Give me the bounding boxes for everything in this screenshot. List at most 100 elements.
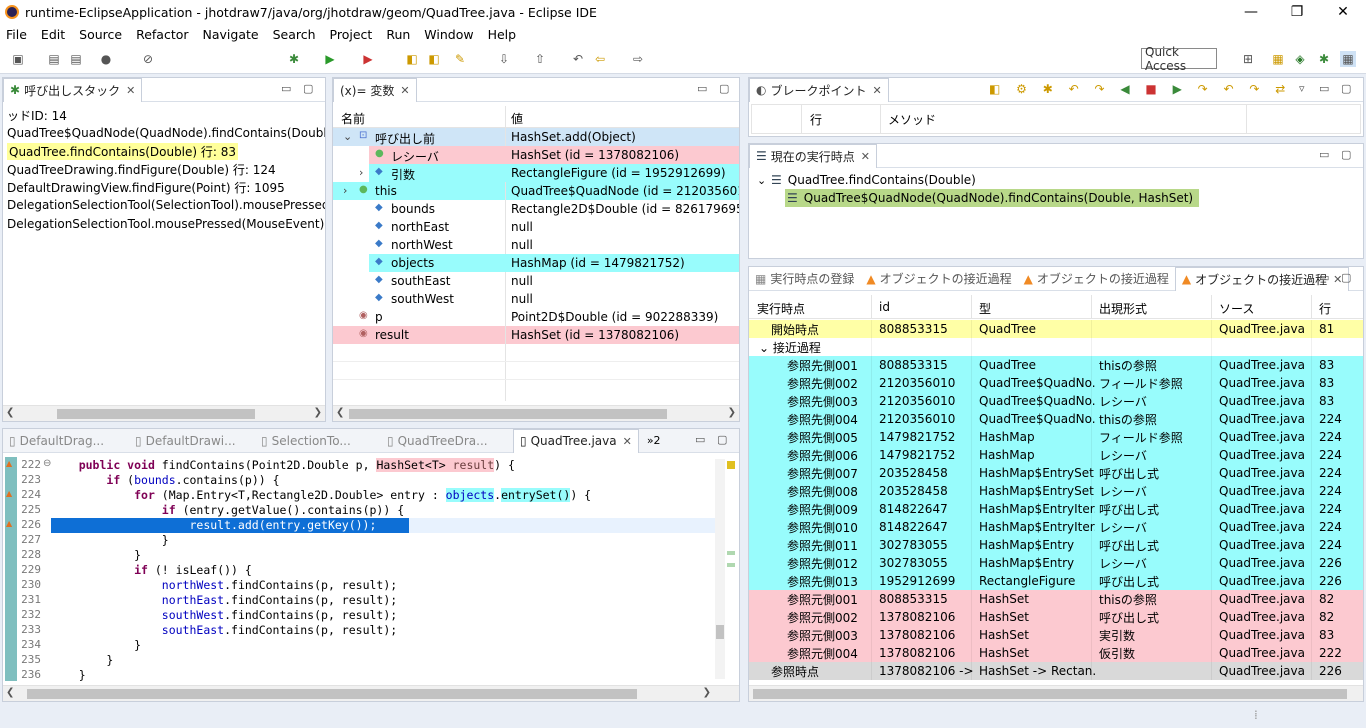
horizontal-scrollbar[interactable]: ❮ ❯ <box>3 685 739 701</box>
trace-row[interactable]: ⌄ 接近過程 <box>749 338 1363 356</box>
variable-row[interactable]: ◉ p Point2D$Double (id = 902288339) <box>333 308 739 326</box>
open-folder-icon[interactable]: ◧ <box>426 51 442 67</box>
menu-help[interactable]: Help <box>488 27 517 42</box>
tab-variables[interactable]: (x)= 変数 ✕ <box>333 77 417 102</box>
code-line[interactable]: 236 } <box>3 668 715 681</box>
trace-row[interactable]: 参照元側001 808853315 HashSet thisの参照 QuadTree.j… <box>749 590 1363 608</box>
variable-row[interactable]: ◆ southWest null <box>333 290 739 308</box>
menu-window[interactable]: Window <box>424 27 473 42</box>
code-line[interactable]: 225 if (entry.getValue().contains(p)) { <box>3 503 715 518</box>
code-line[interactable]: 232 southWest.findContains(p, result); <box>3 608 715 623</box>
horizontal-scrollbar[interactable] <box>749 685 1363 701</box>
horizontal-scrollbar[interactable]: ❮ ❯ <box>3 405 325 421</box>
run-icon[interactable]: ▶ <box>322 51 338 67</box>
open-perspective-icon[interactable]: ⊞ <box>1240 51 1256 67</box>
trace-row[interactable]: 参照先側013 1952912699 RectangleFigure 呼び出し式 Qua… <box>749 572 1363 590</box>
variable-row[interactable]: ◆ northWest null <box>333 236 739 254</box>
col-value-header[interactable]: 値 <box>511 110 523 127</box>
minimize-view-icon[interactable]: ▭ <box>1319 82 1329 95</box>
menu-file[interactable]: File <box>6 27 27 42</box>
variable-row[interactable]: › ● this QuadTree$QuadNode (id = 2120356010… <box>333 182 739 200</box>
variable-row[interactable]: ◆ bounds Rectangle2D$Double (id = 82617969… <box>333 200 739 218</box>
tab-defaultdrag[interactable]: ▯ DefaultDrag... <box>3 429 129 453</box>
trace-row[interactable]: 参照元側003 1378082106 HashSet 実引数 QuadTree.java… <box>749 626 1363 644</box>
expand-icon[interactable]: › <box>343 184 347 197</box>
expand-icon[interactable]: ⌄ <box>757 174 771 187</box>
trace-col-header[interactable]: 出現形式 <box>1099 300 1147 317</box>
callstack-frame[interactable]: QuadTree$QuadNode(QuadNode).findContains… <box>7 124 325 142</box>
trace-perspective-icon[interactable]: ▦ <box>1340 51 1356 67</box>
variable-row[interactable]: › ◆ 引数 RectangleFigure (id = 1952912699) <box>333 164 739 182</box>
code-line[interactable]: 234 } <box>3 638 715 653</box>
prev-annotation-icon[interactable]: ⇧ <box>532 51 548 67</box>
maximize-view-icon[interactable]: ▢ <box>1341 82 1351 95</box>
save-icon[interactable]: ▤ <box>46 51 62 67</box>
tab-breakpoints[interactable]: ◐ ブレークポイント ✕ <box>749 77 889 102</box>
trace-row[interactable]: 開始時点 808853315 QuadTree QuadTree.java 81 <box>749 320 1363 338</box>
menu-refactor[interactable]: Refactor <box>136 27 188 42</box>
debug-icon[interactable]: ✱ <box>286 51 302 67</box>
horizontal-scrollbar[interactable]: ❮ ❯ <box>333 405 739 421</box>
variable-row[interactable]: ◆ southEast null <box>333 272 739 290</box>
trace-col-header[interactable]: 行 <box>1319 300 1331 317</box>
variable-row[interactable]: ◆ objects HashMap (id = 1479821752) <box>333 254 739 272</box>
trace-row[interactable]: 参照先側012 302783055 HashMap$Entry レシーバ QuadTre… <box>749 554 1363 572</box>
callstack-frame[interactable]: DelegationSelectionTool.mousePressed(Mou… <box>7 214 325 232</box>
tab-quadtreedra[interactable]: ▯ QuadTreeDra... <box>381 429 513 453</box>
maximize-view-icon[interactable]: ▢ <box>1341 271 1351 284</box>
tab-trace-register[interactable]: ▦ 実行時点の登録 <box>749 267 860 291</box>
new-icon[interactable]: ▣ <box>10 51 26 67</box>
col-line-header[interactable]: 行 <box>810 111 822 128</box>
code-line[interactable]: 224 ▲ for (Map.Entry<T,Rectangle2D.Double… <box>3 488 715 503</box>
back-icon[interactable]: ⇦ <box>592 51 608 67</box>
expand-icon[interactable]: › <box>359 166 363 179</box>
trace-col-header[interactable]: 型 <box>979 300 991 317</box>
breakpoint-toolbar-icons[interactable]: ◧ ⚙ ✱ ↶ ↷ ◀ ■ ▶ ↷ ↶ ↷ ⇄ <box>989 82 1291 96</box>
tab-current-point[interactable]: ☰ 現在の実行時点 ✕ <box>749 143 877 168</box>
variable-row[interactable]: ◆ northEast null <box>333 218 739 236</box>
tab-selectionto[interactable]: ▯ SelectionTo... <box>255 429 381 453</box>
callstack-frame[interactable]: DelegationSelectionTool(SelectionTool).m… <box>7 196 325 214</box>
trace-row[interactable]: 参照元側002 1378082106 HashSet 呼び出し式 QuadTree.ja… <box>749 608 1363 626</box>
trace-col-header[interactable]: ソース <box>1219 300 1254 317</box>
fold-icon[interactable]: ⊖ <box>43 458 51 469</box>
close-icon[interactable]: ✕ <box>873 84 882 97</box>
menu-search[interactable]: Search <box>273 27 316 42</box>
last-edit-icon[interactable]: ↶ <box>570 51 586 67</box>
expand-icon[interactable]: ⌄ <box>343 130 352 143</box>
close-icon[interactable]: ✕ <box>861 150 870 163</box>
trace-row[interactable]: 参照先側002 2120356010 QuadTree$QuadNo... フィールド… <box>749 374 1363 392</box>
minimize-view-icon[interactable]: ▭ <box>1319 271 1329 284</box>
trace-col-header[interactable]: id <box>879 300 890 314</box>
trace-row[interactable]: 参照先側006 1479821752 HashMap レシーバ QuadTree.jav… <box>749 446 1363 464</box>
trace-row[interactable]: 参照先側009 814822647 HashMap$EntryIter... 呼び出し… <box>749 500 1363 518</box>
current-point-child[interactable]: ☰ QuadTree$QuadNode(QuadNode).findContai… <box>785 189 1200 207</box>
menu-edit[interactable]: Edit <box>41 27 65 42</box>
minimize-view-icon[interactable]: ▭ <box>1319 148 1329 161</box>
java-perspective-icon[interactable]: ◈ <box>1292 51 1308 67</box>
variable-row[interactable]: ● レシーバ HashSet (id = 1378082106) <box>333 146 739 164</box>
trace-row[interactable]: 参照元側004 1378082106 HashSet 仮引数 QuadTree.java… <box>749 644 1363 662</box>
open-type-icon[interactable]: ◧ <box>404 51 420 67</box>
maximize-view-icon[interactable]: ▢ <box>1341 148 1351 161</box>
restore-button[interactable]: ❐ <box>1274 0 1320 24</box>
callstack-frame[interactable]: DefaultDrawingView.findFigure(Point) 行: … <box>7 178 325 196</box>
code-line[interactable]: 229 if (! isLeaf()) { <box>3 563 715 578</box>
current-point-parent[interactable]: ⌄ ☰ QuadTree.findContains(Double) <box>757 171 1363 189</box>
maximize-view-icon[interactable]: ▢ <box>303 82 313 95</box>
next-annotation-icon[interactable]: ⇩ <box>496 51 512 67</box>
callstack-frame[interactable]: QuadTreeDrawing.findFigure(Double) 行: 12… <box>7 160 325 178</box>
trace-row[interactable]: 参照先側008 203528458 HashMap$EntrySet レシーバ Quad… <box>749 482 1363 500</box>
maximize-view-icon[interactable]: ▢ <box>717 433 727 446</box>
trace-row[interactable]: 参照時点 1378082106 -> ... HashSet -> Rectan..… <box>749 662 1363 680</box>
variable-row[interactable]: ⌄ ⊡ 呼び出し前 HashSet.add(Object) <box>333 128 739 146</box>
close-window-button[interactable]: ✕ <box>1320 0 1366 24</box>
maximize-view-icon[interactable]: ▢ <box>719 82 729 95</box>
tab-trace-approach-2[interactable]: ▲ オブジェクトの接近過程 <box>1018 267 1175 291</box>
more-tabs-button[interactable]: »2 <box>647 434 661 447</box>
menu-project[interactable]: Project <box>330 27 373 42</box>
minimize-view-icon[interactable]: ▭ <box>695 433 705 446</box>
code-line[interactable]: 235 } <box>3 653 715 668</box>
debug-perspective-icon[interactable]: ✱ <box>1316 51 1332 67</box>
tab-quadtree-java[interactable]: ▯ QuadTree.java ✕ <box>513 428 639 453</box>
